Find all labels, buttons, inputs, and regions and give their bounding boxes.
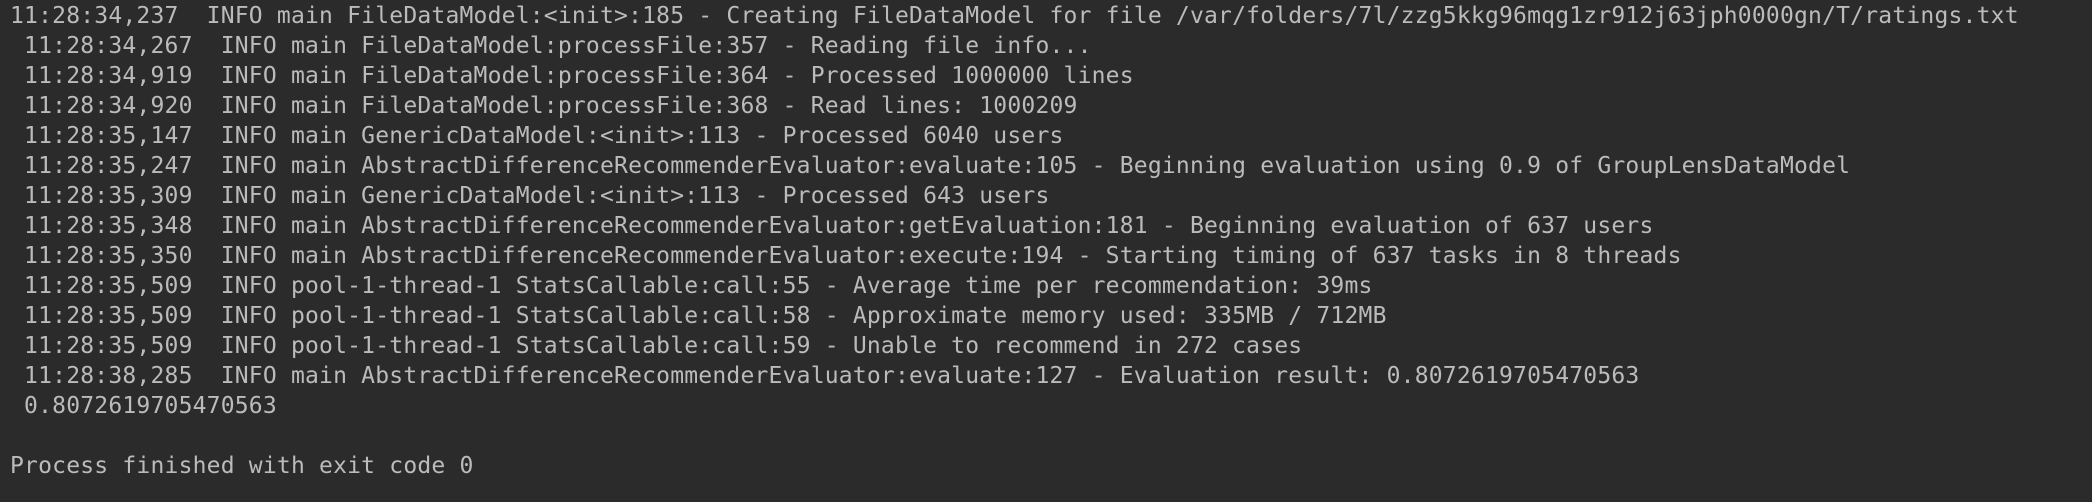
log-line: 11:28:34,237 INFO main FileDataModel:<in… [10, 3, 2019, 29]
result-line: 0.8072619705470563 [10, 393, 277, 419]
log-line: 11:28:35,348 INFO main AbstractDifferenc… [10, 213, 1654, 239]
log-line: 11:28:35,509 INFO pool-1-thread-1 StatsC… [10, 273, 1373, 299]
log-line: 11:28:35,247 INFO main AbstractDifferenc… [10, 153, 1851, 179]
log-line: 11:28:34,267 INFO main FileDataModel:pro… [10, 33, 1092, 59]
console-output[interactable]: 11:28:34,237 INFO main FileDataModel:<in… [0, 0, 2092, 502]
process-exit-message: Process finished with exit code 0 [10, 453, 474, 479]
log-line: 11:28:34,920 INFO main FileDataModel:pro… [10, 93, 1078, 119]
log-line: 11:28:35,309 INFO main GenericDataModel:… [10, 183, 1050, 209]
log-line: 11:28:38,285 INFO main AbstractDifferenc… [10, 363, 1640, 389]
log-line: 11:28:35,147 INFO main GenericDataModel:… [10, 123, 1064, 149]
log-line: 11:28:35,350 INFO main AbstractDifferenc… [10, 243, 1682, 269]
log-line: 11:28:35,509 INFO pool-1-thread-1 StatsC… [10, 333, 1303, 359]
log-line: 11:28:34,919 INFO main FileDataModel:pro… [10, 63, 1134, 89]
log-line: 11:28:35,509 INFO pool-1-thread-1 StatsC… [10, 303, 1387, 329]
